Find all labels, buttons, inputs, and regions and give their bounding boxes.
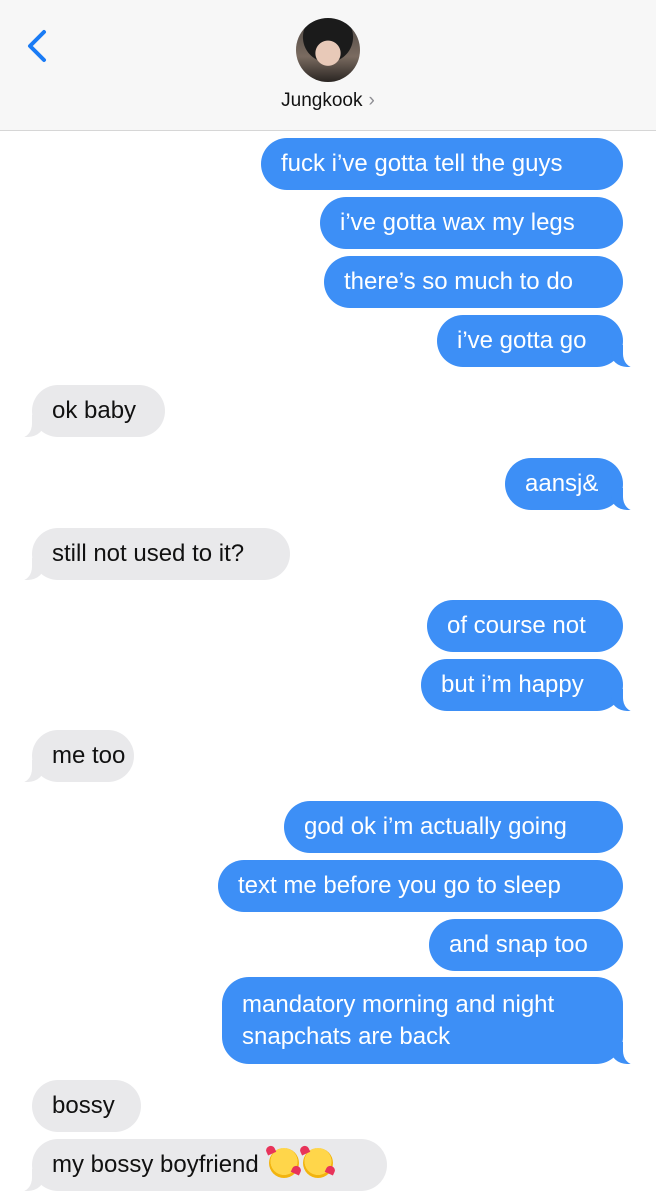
contact-name-button[interactable]: Jungkook ›	[0, 90, 656, 112]
message-bubble-sent[interactable]: of course not	[427, 600, 623, 652]
back-chevron-icon[interactable]	[22, 26, 56, 66]
message-bubble-received[interactable]: still not used to it?	[10, 528, 290, 581]
message-text: mandatory morning and night snapchats ar…	[242, 991, 555, 1050]
message-text: but i’m happy	[441, 671, 584, 698]
contact-avatar[interactable]	[296, 18, 360, 82]
message-bubble-sent[interactable]: god ok i’m actually going	[284, 801, 623, 853]
message-text: fuck i’ve gotta tell the guys	[281, 150, 563, 177]
message-text: still not used to it?	[52, 540, 245, 567]
message-bubble-sent[interactable]: i’ve gotta go	[437, 315, 645, 368]
message-bubble-received[interactable]: my bossy boyfriend	[10, 1139, 387, 1192]
message-text: text me before you go to sleep	[238, 872, 561, 899]
message-bubble-received[interactable]: bossy	[32, 1080, 141, 1132]
smiling-face-with-hearts-icon	[269, 1148, 300, 1178]
message-text: i’ve gotta wax my legs	[340, 209, 575, 236]
message-bubble-sent[interactable]: but i’m happy	[421, 659, 645, 712]
message-bubble-sent[interactable]: there’s so much to do	[324, 256, 623, 308]
message-bubble-received[interactable]: me too	[10, 730, 134, 783]
message-text: and snap too	[449, 931, 588, 958]
message-text: i’ve gotta go	[457, 327, 587, 354]
message-text: of course not	[447, 612, 586, 639]
smiling-face-with-hearts-icon	[303, 1148, 334, 1178]
message-bubble-sent[interactable]: and snap too	[429, 919, 623, 971]
chevron-right-icon: ›	[368, 90, 375, 111]
message-text: bossy	[52, 1092, 115, 1119]
contact-name: Jungkook	[281, 90, 363, 111]
message-text: ok baby	[52, 397, 137, 424]
message-text: me too	[52, 742, 126, 769]
message-bubble-sent[interactable]: text me before you go to sleep	[218, 860, 623, 912]
message-bubble-sent[interactable]: fuck i’ve gotta tell the guys	[261, 138, 623, 190]
message-text: my bossy boyfriend	[52, 1151, 259, 1178]
message-bubble-sent[interactable]: aansj&	[505, 458, 645, 511]
conversation-header: Jungkook ›	[0, 0, 656, 131]
message-text: god ok i’m actually going	[304, 813, 567, 840]
message-text: aansj&	[525, 470, 599, 497]
message-bubble-sent[interactable]: i’ve gotta wax my legs	[320, 197, 623, 249]
message-bubble-received[interactable]: ok baby	[10, 385, 165, 438]
message-text: there’s so much to do	[344, 268, 574, 295]
message-bubble-sent[interactable]: mandatory morning and night snapchats ar…	[222, 977, 645, 1065]
